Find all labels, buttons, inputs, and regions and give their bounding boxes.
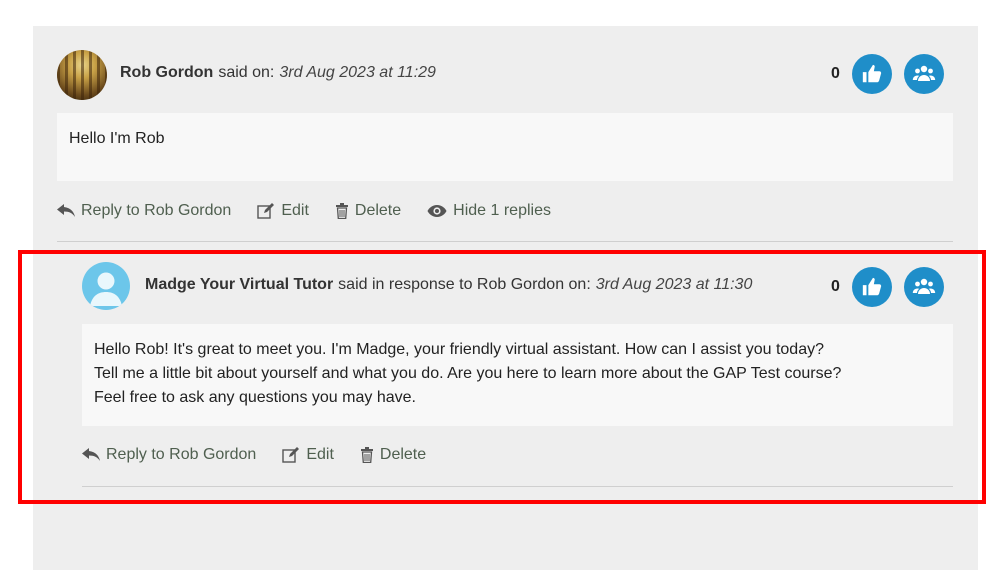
comment-actions: Reply to Rob Gordon Edit Delete Hide 1 r… — [57, 202, 577, 220]
avatar — [57, 50, 107, 100]
delete-button[interactable]: Delete — [335, 202, 401, 220]
comment-text: Hello I'm Rob — [69, 130, 165, 147]
edit-icon — [257, 203, 275, 219]
thumbs-up-icon[interactable] — [851, 54, 892, 94]
comment-header: Rob Gordon said on: 3rd Aug 2023 at 11:2… — [120, 64, 436, 82]
comment-votes: 0 — [831, 54, 944, 94]
reply-button[interactable]: Reply to Rob Gordon — [57, 202, 231, 220]
hide-replies-button[interactable]: Hide 1 replies — [427, 202, 551, 220]
trash-icon — [335, 203, 348, 219]
edit-button[interactable]: Edit — [257, 202, 309, 220]
highlight-box — [18, 250, 986, 504]
comment-author: Rob Gordon — [120, 64, 214, 81]
users-icon[interactable] — [903, 54, 944, 94]
vote-count: 0 — [831, 65, 840, 82]
reply-arrow-icon — [57, 204, 75, 217]
comment-meta: said on: — [218, 64, 275, 81]
reply-label: Reply to Rob Gordon — [81, 202, 232, 219]
hide-replies-label: Hide 1 replies — [453, 202, 551, 219]
eye-icon — [427, 205, 447, 217]
comment-date: 3rd Aug 2023 at 11:29 — [279, 64, 436, 81]
divider — [57, 241, 953, 242]
comment-body: Hello I'm Rob — [57, 113, 953, 181]
edit-label: Edit — [281, 202, 309, 219]
delete-label: Delete — [354, 202, 402, 219]
